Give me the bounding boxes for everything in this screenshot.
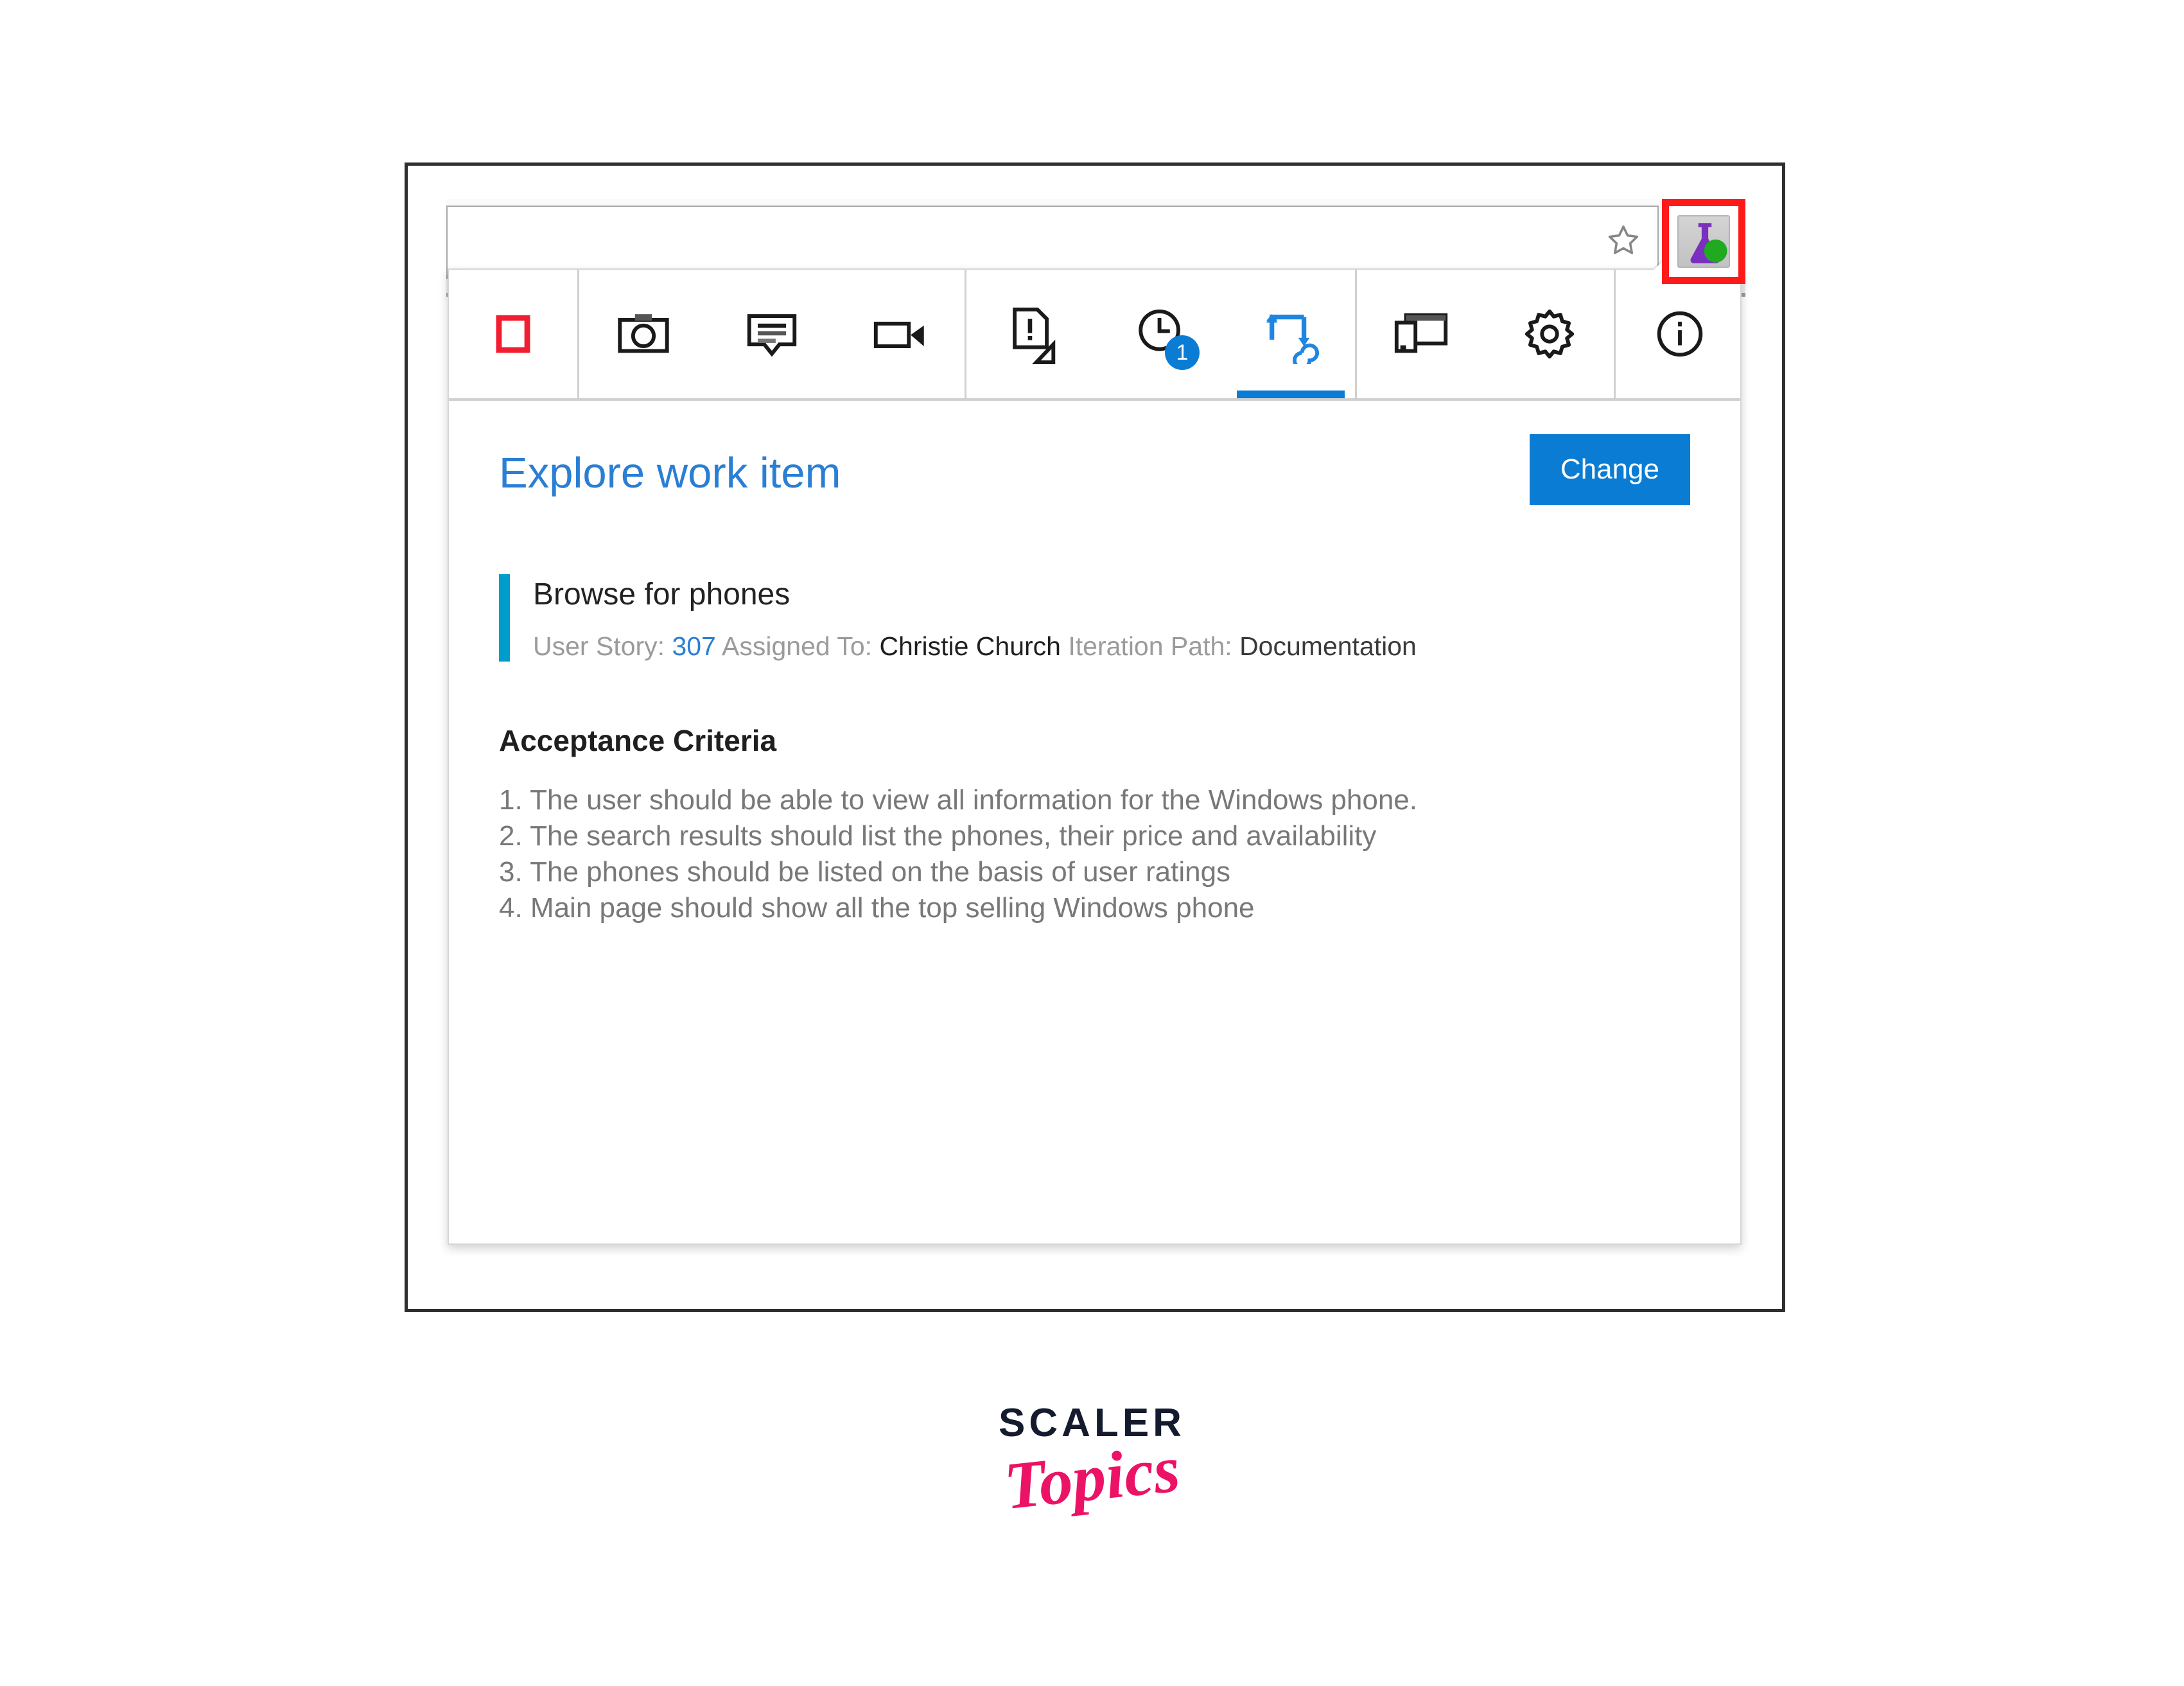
acceptance-criteria-item: 1. The user should be able to view all i… bbox=[499, 784, 1417, 816]
test-feedback-extension-button[interactable] bbox=[1677, 215, 1730, 268]
acceptance-criteria-heading: Acceptance Criteria bbox=[499, 724, 777, 757]
change-button[interactable]: Change bbox=[1529, 434, 1690, 505]
toolbar-item-settings[interactable] bbox=[1485, 270, 1614, 398]
video-camera-icon bbox=[873, 321, 924, 349]
work-item-meta: User Story: 307 Assigned To: Christie Ch… bbox=[533, 631, 1417, 662]
toolbar-item-device-emulation[interactable] bbox=[1357, 270, 1485, 398]
flask-icon bbox=[1690, 223, 1727, 264]
toolbar-group-info bbox=[1616, 270, 1744, 398]
bug-report-icon bbox=[1012, 307, 1055, 364]
test-feedback-popup-panel: 1 Explore work item Change Browse for ph… bbox=[448, 268, 1742, 1245]
address-input[interactable] bbox=[463, 207, 1580, 275]
toolbar-item-info[interactable] bbox=[1616, 270, 1744, 398]
work-item-iteration-value: Documentation bbox=[1239, 631, 1417, 661]
toolbar-group-capture bbox=[579, 270, 966, 398]
work-item-iteration-label: Iteration Path: bbox=[1068, 631, 1232, 661]
bookmark-star-icon[interactable] bbox=[1606, 223, 1641, 258]
comment-icon bbox=[747, 314, 797, 357]
page-title: Explore work item bbox=[499, 449, 841, 497]
explore-sync-icon bbox=[1266, 314, 1320, 364]
toolbar-item-record-screen[interactable] bbox=[836, 270, 965, 398]
work-item-title: Browse for phones bbox=[533, 577, 791, 611]
toolbar-item-capture-screenshot[interactable] bbox=[579, 270, 708, 398]
camera-icon bbox=[618, 314, 669, 353]
toolbar-item-add-note[interactable] bbox=[708, 270, 836, 398]
work-item-assigned-label: Assigned To: bbox=[722, 631, 873, 661]
toolbar-group-workitems: 1 bbox=[966, 270, 1357, 398]
extension-highlight-box bbox=[1662, 199, 1745, 284]
work-item-card: Browse for phones User Story: 307 Assign… bbox=[499, 574, 1690, 662]
monitor-icon bbox=[1394, 313, 1448, 353]
info-icon bbox=[1657, 311, 1703, 357]
panel-body: Explore work item Change Browse for phon… bbox=[449, 401, 1740, 925]
panel-header-row: Explore work item Change bbox=[499, 434, 1690, 505]
acceptance-criteria-item: 4. Main page should show all the top sel… bbox=[499, 891, 1255, 924]
gear-icon bbox=[1524, 309, 1575, 359]
toolbar-group-session bbox=[449, 270, 579, 398]
toolbar-item-session-timeline[interactable]: 1 bbox=[1098, 270, 1227, 398]
work-item-assigned-value: Christie Church bbox=[879, 631, 1061, 661]
explore-tab-active-underline bbox=[1237, 391, 1345, 398]
browser-screenshot-frame: 1 Explore work item Change Browse for ph… bbox=[405, 162, 1785, 1312]
logo-topics-text: Topics bbox=[1000, 1432, 1184, 1524]
timeline-count-badge: 1 bbox=[1165, 335, 1200, 370]
work-item-id[interactable]: 307 bbox=[672, 631, 715, 661]
address-bar[interactable] bbox=[446, 206, 1659, 275]
acceptance-criteria-list: 1. The user should be able to view all i… bbox=[499, 784, 1674, 925]
work-item-accent-bar bbox=[499, 574, 510, 662]
acceptance-criteria-item: 2. The search results should list the ph… bbox=[499, 820, 1377, 852]
extension-toolbar: 1 bbox=[449, 270, 1740, 401]
scaler-topics-logo: SCALER Topics bbox=[0, 1400, 2184, 1524]
work-item-type-label: User Story: bbox=[533, 631, 665, 661]
work-item-content: Browse for phones User Story: 307 Assign… bbox=[533, 574, 1417, 662]
red-square-icon bbox=[496, 315, 530, 353]
toolbar-item-create-bug[interactable] bbox=[966, 270, 1098, 398]
toolbar-group-tools bbox=[1357, 270, 1616, 398]
toolbar-item-explore-work-item[interactable] bbox=[1227, 270, 1355, 398]
acceptance-criteria-item: 3. The phones should be listed on the ba… bbox=[499, 856, 1231, 888]
toolbar-item-stop-recording[interactable] bbox=[449, 270, 577, 398]
